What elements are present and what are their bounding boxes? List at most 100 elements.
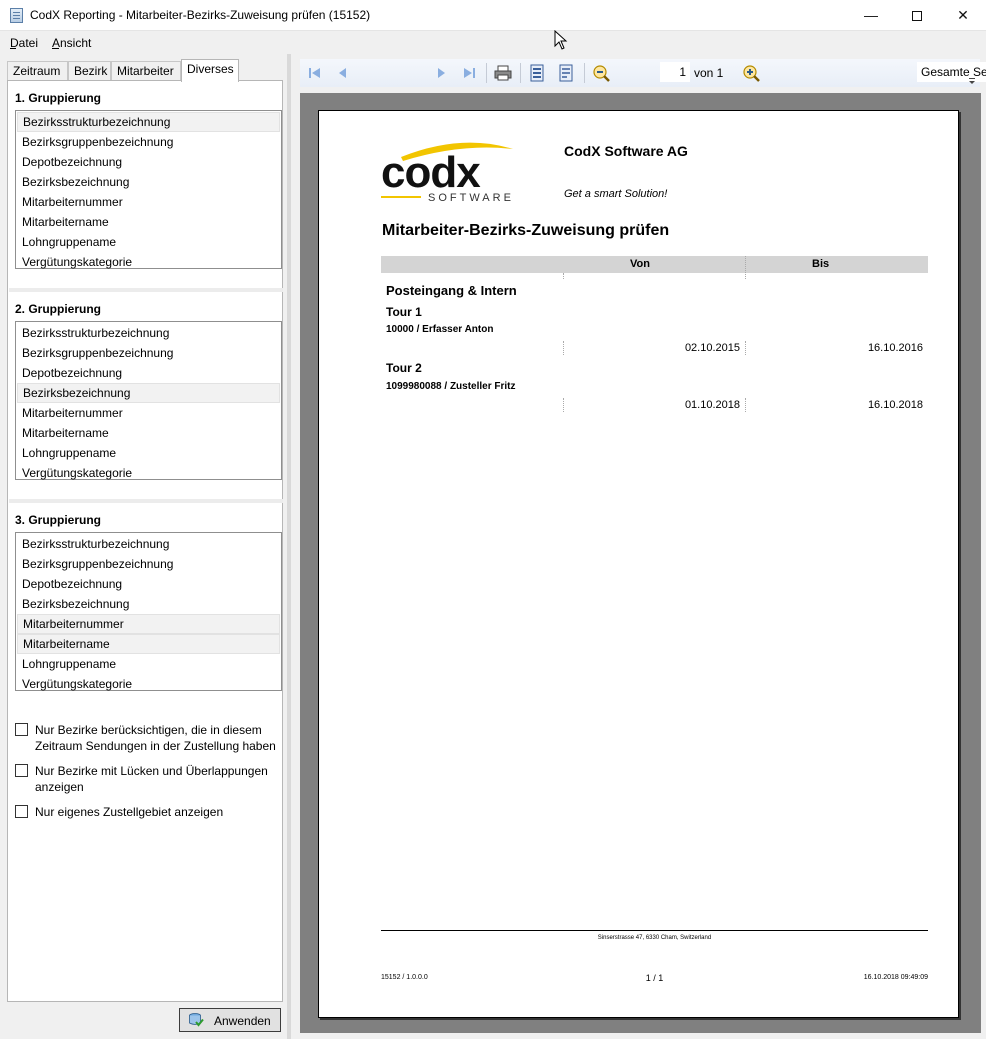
app-icon [10,8,23,23]
date-von: 02.10.2015 [684,342,740,354]
tab-mitarbeiter[interactable]: Mitarbeiter [111,61,181,81]
codx-logo: codx SOFTWARE [381,142,514,204]
option-zustellgebiet-label: Nur eigenes Zustellgebiet anzeigen [35,805,224,819]
apply-icon [189,1013,204,1027]
tab-bezirk[interactable]: Bezirk [68,61,111,81]
employee-label: 10000 / Erfasser Anton [386,324,494,335]
list-item[interactable]: Bezirksbezeichnung [17,594,280,614]
list-item[interactable]: Mitarbeitername [17,212,280,232]
column-header-bis: Bis [812,258,830,270]
list-item[interactable]: Lohngruppename [17,654,280,674]
option-luecken-checkbox[interactable] [15,764,28,777]
report-page: codx SOFTWARE CodX Software AG Get a sma… [318,110,959,1018]
list-item[interactable]: Bezirksbezeichnung [17,172,280,192]
list-item[interactable]: Depotbezeichnung [17,363,280,383]
column-header-von: Von [630,258,650,270]
maximize-icon [912,11,922,22]
export-icon[interactable] [528,64,546,82]
tour-heading: Tour 1 [386,305,422,319]
tab-diverses[interactable]: Diverses [181,59,239,82]
prev-page-icon[interactable] [334,64,352,82]
menu-ansicht-underline [52,48,59,49]
group-2-title: 2. Gruppierung [15,302,102,316]
list-item[interactable]: Bezirksstrukturbezeichnung [17,112,280,132]
zoom-in-icon[interactable] [742,64,760,82]
title-bar: CodX Reporting - Mitarbeiter-Bezirks-Zuw… [0,0,986,31]
viewer-toolbar: von 1 Gesamte Seite [300,59,986,87]
list-item[interactable]: Bezirksstrukturbezeichnung [17,534,280,554]
group-2-listbox[interactable]: Bezirksstrukturbezeichnung Bezirksgruppe… [15,321,282,480]
first-page-icon[interactable] [306,64,324,82]
window-title: CodX Reporting - Mitarbeiter-Bezirks-Zuw… [30,8,371,22]
report-group-heading: Posteingang & Intern [386,283,517,298]
menu-bar: Datei Ansicht [0,32,986,54]
list-item[interactable]: Bezirksgruppenbezeichnung [17,554,280,574]
tour-heading: Tour 2 [386,361,422,375]
zoom-dropdown-value: Gesamte Seite [921,65,986,79]
logo-text: codx [381,148,481,197]
list-item[interactable]: Mitarbeiternummer [17,614,280,634]
maximize-button[interactable] [894,0,940,30]
toolbar-separator [520,63,521,83]
option-zustellgebiet[interactable]: Nur eigenes Zustellgebiet anzeigen [15,804,283,822]
zoom-out-icon[interactable] [592,64,610,82]
toolbar-separator [486,63,487,83]
option-sendungen-label: Nur Bezirke berücksichtigen, die in dies… [35,723,276,753]
footer-rule [381,930,928,931]
footer-address: Sinserstrasse 47, 6330 Cham, Switzerland [597,935,712,941]
divider [9,499,283,503]
option-luecken[interactable]: Nur Bezirke mit Lücken und Überlappungen… [15,763,283,797]
list-item[interactable]: Bezirksstrukturbezeichnung [17,323,280,343]
minimize-button[interactable]: — [848,0,894,30]
option-zustellgebiet-checkbox[interactable] [15,805,28,818]
option-sendungen[interactable]: Nur Bezirke berücksichtigen, die in dies… [15,722,283,756]
company-name: CodX Software AG [564,143,688,159]
menu-datei-underline [10,48,16,49]
list-item[interactable]: Vergütungskategorie [17,252,280,272]
page-number-input[interactable] [660,62,690,82]
list-item[interactable]: Vergütungskategorie [17,674,280,694]
page-count-label: von 1 [694,66,724,80]
list-item[interactable]: Vergütungskategorie [17,463,280,483]
list-item[interactable]: Mitarbeiternummer [17,403,280,423]
date-bis: 16.10.2018 [867,399,923,411]
option-sendungen-checkbox[interactable] [15,723,28,736]
options-panel: 1. Gruppierung Bezirksstrukturbezeichnun… [7,80,283,1002]
list-item[interactable]: Lohngruppename [17,443,280,463]
report-title: Mitarbeiter-Bezirks-Zuweisung prüfen [382,222,670,239]
panel-splitter[interactable] [287,54,291,1039]
list-item[interactable]: Bezirksgruppenbezeichnung [17,132,280,152]
group-3-title: 3. Gruppierung [15,513,102,527]
group-1-title: 1. Gruppierung [15,91,102,105]
print-icon[interactable] [494,64,512,82]
option-luecken-label: Nur Bezirke mit Lücken und Überlappungen… [35,764,268,794]
group-3-listbox[interactable]: Bezirksstrukturbezeichnung Bezirksgruppe… [15,532,282,691]
next-page-icon[interactable] [432,64,450,82]
list-item[interactable]: Mitarbeiternummer [17,192,280,212]
column-header-band: Von Bis [381,256,928,273]
toolbar-overflow-icon[interactable] [968,77,976,85]
date-von: 01.10.2018 [684,399,740,411]
employee-label: 1099980088 / Zusteller Fritz [386,381,516,392]
page-setup-icon[interactable] [557,64,575,82]
footer-timestamp: 16.10.2018 09:49:09 [863,974,928,981]
list-item[interactable]: Lohngruppename [17,232,280,252]
list-item[interactable]: Mitarbeitername [17,423,280,443]
column-divider [745,256,746,279]
last-page-icon[interactable] [460,64,478,82]
list-item[interactable]: Depotbezeichnung [17,152,280,172]
tab-zeitraum[interactable]: Zeitraum [7,61,68,81]
list-item[interactable]: Bezirksbezeichnung [17,383,280,403]
close-button[interactable]: ✕ [940,0,986,30]
apply-button-label: Anwenden [214,1014,271,1028]
toolbar-separator [584,63,585,83]
list-item[interactable]: Bezirksgruppenbezeichnung [17,343,280,363]
company-slogan: Get a smart Solution! [564,188,668,200]
group-1-listbox[interactable]: Bezirksstrukturbezeichnung Bezirksgruppe… [15,110,282,269]
apply-button[interactable]: Anwenden [179,1008,281,1032]
date-bis: 16.10.2016 [867,342,923,354]
divider [9,288,283,292]
list-item[interactable]: Mitarbeitername [17,634,280,654]
list-item[interactable]: Depotbezeichnung [17,574,280,594]
logo-subtext: SOFTWARE [428,192,514,204]
